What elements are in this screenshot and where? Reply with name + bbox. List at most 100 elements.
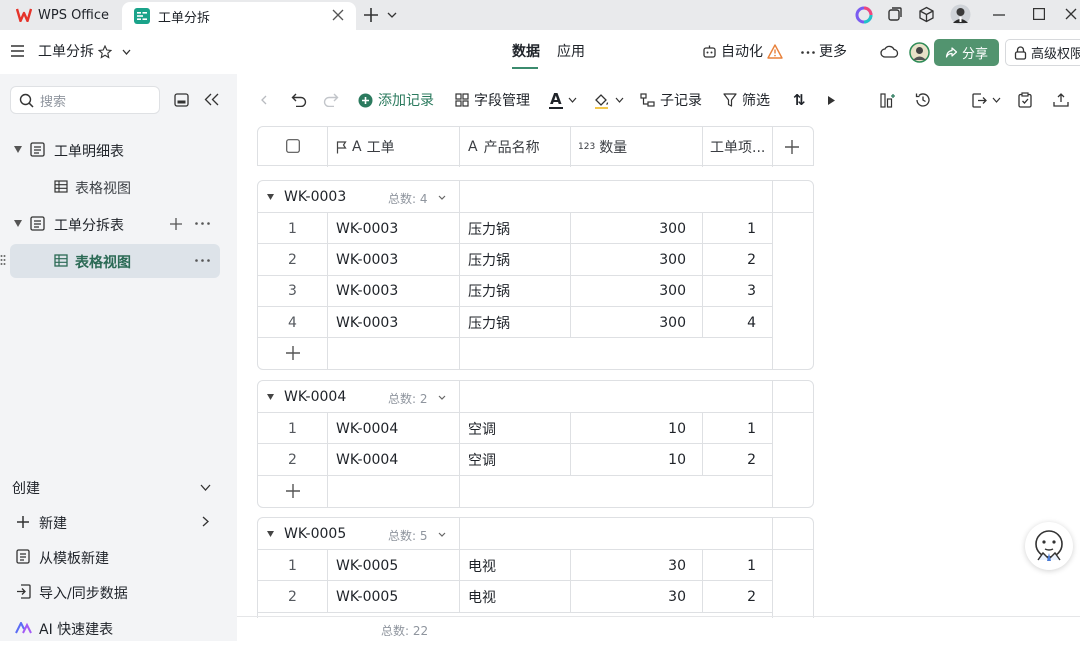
title-dropdown-icon[interactable] [122, 49, 131, 55]
automation-button[interactable]: 自动化 [721, 30, 763, 74]
item-no-cell[interactable]: 1 [702, 413, 772, 445]
sidebar-layout-icon[interactable] [174, 93, 189, 107]
product-cell[interactable]: 压力锅 [459, 306, 570, 339]
share-arrow-icon[interactable] [1053, 74, 1069, 126]
product-cell[interactable]: 电视 [459, 581, 570, 613]
qty-cell[interactable]: 300 [570, 244, 702, 276]
star-icon[interactable] [98, 45, 112, 59]
table-row[interactable]: 1 WK-0005 电视 30 1 [258, 550, 772, 582]
product-cell[interactable]: 电视 [459, 550, 570, 582]
table-row[interactable]: 3 WK-0003 压力锅 300 3 [258, 275, 772, 307]
create-new-item[interactable]: 新建 [0, 505, 237, 539]
qty-cell[interactable]: 30 [570, 581, 702, 613]
qty-cell[interactable]: 30 [570, 550, 702, 582]
redo-icon[interactable] [323, 74, 339, 126]
prev-icon[interactable] [261, 74, 267, 126]
item-no-cell[interactable]: 3 [702, 275, 772, 307]
tabs-dropdown-icon[interactable] [387, 11, 397, 19]
product-cell[interactable]: 压力锅 [459, 244, 570, 276]
table-row[interactable]: 1 WK-0004 空调 10 1 [258, 413, 772, 445]
table-row[interactable]: 1 WK-0003 压力锅 300 1 [258, 213, 772, 245]
assistant-avatar-button[interactable] [1025, 522, 1073, 570]
select-all-checkbox[interactable] [286, 139, 300, 153]
group-header[interactable]: WK-0005 总数: 5 [258, 518, 813, 550]
tab-document[interactable]: 工单分拆 [122, 2, 356, 30]
new-tab-icon[interactable] [363, 7, 379, 23]
collapse-section-icon[interactable] [200, 484, 211, 491]
group-collapse-caret-icon[interactable] [267, 394, 274, 400]
export-button[interactable] [972, 74, 1001, 126]
collaborator-avatar[interactable] [909, 42, 930, 63]
more-tools-arrow-icon[interactable] [828, 74, 835, 126]
qty-cell[interactable]: 10 [570, 444, 702, 476]
field-manage-button[interactable]: 字段管理 [455, 74, 530, 126]
sidebar-item-view-detail[interactable]: 表格视图 [0, 170, 237, 204]
user-avatar[interactable] [950, 4, 971, 25]
tab-apps[interactable]: 应用 [557, 30, 585, 74]
share-button[interactable]: 分享 [934, 39, 999, 66]
cloud-icon[interactable] [880, 44, 899, 59]
tab-wps-office[interactable]: WPS Office [0, 0, 118, 30]
minimize-icon[interactable] [993, 14, 1005, 16]
search-input[interactable]: 搜索 [10, 86, 160, 114]
group-dropdown-icon[interactable] [438, 195, 446, 200]
order-cell[interactable]: WK-0005 [327, 550, 459, 582]
maximize-icon[interactable] [1033, 8, 1045, 20]
more-dots-icon[interactable] [195, 259, 210, 262]
sort-button[interactable]: ⇅ [793, 74, 806, 126]
sidebar-item-table-detail[interactable]: 工单明细表 [0, 133, 237, 167]
table-row[interactable]: 2 WK-0003 压力锅 300 2 [258, 244, 772, 276]
table-row[interactable]: 2 WK-0005 电视 30 2 [258, 581, 772, 613]
qty-cell[interactable]: 300 [570, 306, 702, 339]
item-no-cell[interactable]: 2 [702, 444, 772, 476]
filter-button[interactable]: 筛选 [723, 74, 770, 126]
qty-cell[interactable]: 300 [570, 275, 702, 307]
order-cell[interactable]: WK-0004 [327, 413, 459, 445]
collapse-sidebar-icon[interactable] [204, 93, 220, 106]
add-row-button[interactable] [258, 338, 772, 370]
item-no-cell[interactable]: 1 [702, 550, 772, 582]
add-record-button[interactable]: 添加记录 [358, 74, 434, 126]
advanced-permission-button[interactable]: 高级权限 [1005, 39, 1080, 66]
undo-icon[interactable] [291, 74, 307, 126]
more-dots-icon[interactable] [195, 222, 210, 225]
column-header-qty[interactable]: 123 数量 [578, 127, 627, 167]
order-cell[interactable]: WK-0003 [327, 244, 459, 276]
close-window-icon[interactable] [1065, 8, 1077, 20]
sidebar-item-view-split-active[interactable]: 表格视图 [0, 244, 220, 278]
import-sync-item[interactable]: 导入/同步数据 [0, 575, 237, 609]
layout-settings-icon[interactable] [880, 74, 896, 126]
qty-cell[interactable]: 300 [570, 213, 702, 245]
window-copy-icon[interactable] [887, 6, 903, 22]
group-dropdown-icon[interactable] [438, 395, 446, 400]
fill-color-button[interactable] [593, 74, 624, 126]
qty-cell[interactable]: 10 [570, 413, 702, 445]
menu-icon[interactable] [11, 45, 24, 57]
add-view-icon[interactable] [169, 217, 183, 231]
sidebar-item-table-split[interactable]: 工单分拆表 [0, 207, 237, 241]
order-cell[interactable]: WK-0003 [327, 275, 459, 307]
text-color-button[interactable]: A [549, 74, 577, 126]
more-button[interactable]: 更多 [819, 30, 847, 74]
table-row[interactable]: 4 WK-0003 压力锅 300 4 [258, 306, 772, 339]
expand-caret-icon[interactable] [14, 220, 22, 227]
ai-quick-create-item[interactable]: AI 快速建表 [0, 611, 237, 645]
order-cell[interactable]: WK-0003 [327, 306, 459, 339]
create-from-template-item[interactable]: 从模板新建 [0, 540, 237, 574]
column-header-order[interactable]: A 工单 [336, 127, 395, 167]
colorful-app-icon[interactable] [855, 6, 873, 24]
order-cell[interactable]: WK-0005 [327, 581, 459, 613]
table-row[interactable]: 2 WK-0004 空调 10 2 [258, 444, 772, 476]
expand-caret-icon[interactable] [14, 146, 22, 153]
sub-record-button[interactable]: 子记录 [640, 74, 702, 126]
drag-handle-icon[interactable] [0, 254, 6, 266]
product-cell[interactable]: 空调 [459, 444, 570, 476]
group-header[interactable]: WK-0004 总数: 2 [258, 381, 813, 413]
warning-icon[interactable] [767, 44, 783, 59]
item-no-cell[interactable]: 2 [702, 581, 772, 613]
product-cell[interactable]: 压力锅 [459, 213, 570, 245]
history-icon[interactable] [915, 74, 931, 126]
order-cell[interactable]: WK-0003 [327, 213, 459, 245]
group-dropdown-icon[interactable] [438, 532, 446, 537]
order-cell[interactable]: WK-0004 [327, 444, 459, 476]
